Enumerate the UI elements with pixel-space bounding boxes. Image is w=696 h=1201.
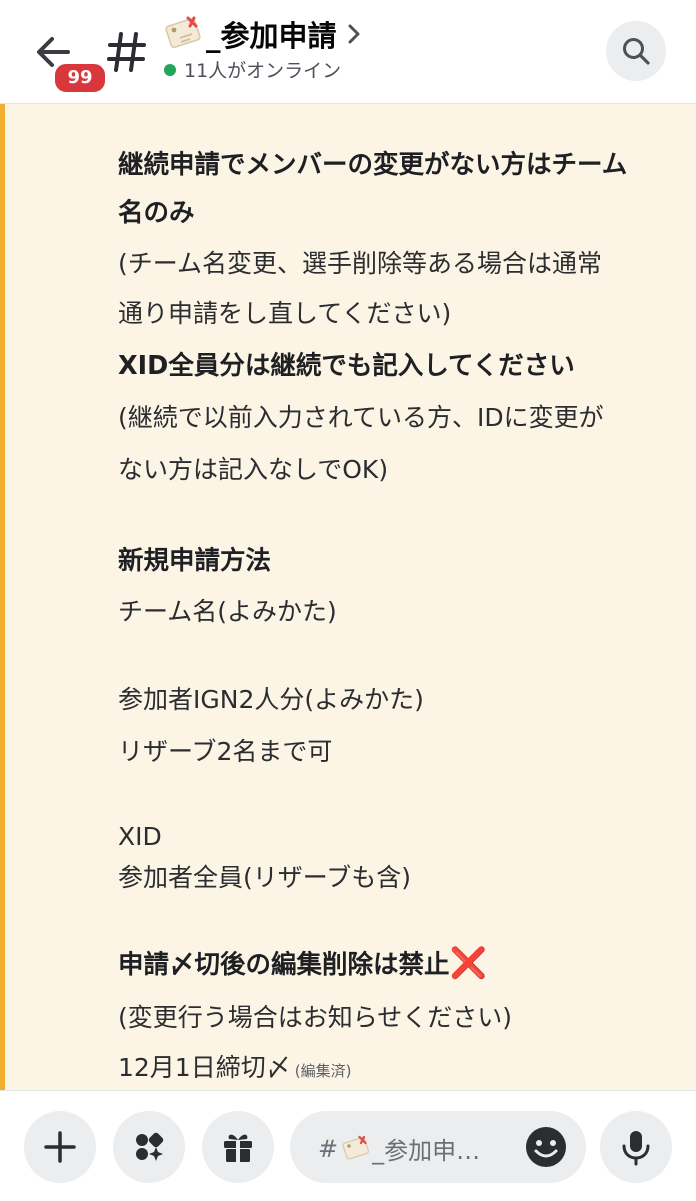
message-input[interactable]: # _参加申… (290, 1111, 586, 1183)
message-line: (チーム名変更、選手削除等ある場合は通常 (118, 249, 603, 278)
message-line: 参加者IGN2人分(よみかた) (118, 685, 424, 714)
channel-title[interactable]: _参加申請 (160, 12, 361, 56)
channel-header: 99 _参加申請 11人がオンライン (0, 0, 696, 104)
online-dot (164, 63, 176, 76)
edited-label: (編集済) (294, 1062, 352, 1080)
unread-badge: 99 (52, 61, 108, 95)
message-line: (継続で以前入力されている方、IDに変更が (118, 403, 604, 432)
emoji-button[interactable] (524, 1125, 568, 1169)
cross-mark-emoji: ❌ (449, 946, 487, 981)
plus-icon (44, 1131, 76, 1163)
message-text: 12月1日締切〆 (118, 1053, 291, 1082)
gift-button[interactable] (202, 1111, 274, 1183)
memo-tag-icon (165, 16, 201, 49)
channel-name: _参加申請 (206, 19, 337, 53)
message-line-last: 12月1日締切〆 (編集済) (118, 1048, 351, 1084)
message-line: 新規申請方法 (118, 546, 272, 576)
message-input-placeholder: # _参加申… (318, 1131, 480, 1166)
message-line: (変更行う場合はお知らせください) (118, 1003, 513, 1032)
search-button[interactable] (606, 21, 666, 81)
memo-tag-icon (342, 1135, 370, 1160)
message-line: XID全員分は継続でも記入してください (118, 351, 575, 381)
mic-icon (622, 1131, 650, 1166)
message-line: 参加者全員(リザーブも含) (118, 863, 412, 892)
emoji-icon (526, 1127, 566, 1167)
message-line: 通り申請をし直してください) (118, 299, 452, 328)
message-line: 継続申請でメンバーの変更がない方はチーム (118, 150, 628, 180)
apps-button[interactable] (113, 1111, 185, 1183)
chevron-right-icon (348, 24, 360, 44)
message-line: XID (118, 822, 162, 851)
online-status: 11人がオンライン (164, 56, 341, 83)
highlight-bar (0, 104, 5, 1090)
highlighted-message[interactable]: 継続申請でメンバーの変更がない方はチーム 名のみ (チーム名変更、選手削除等ある… (0, 104, 696, 1090)
message-line: ない方は記入なしでOK) (118, 455, 389, 484)
message-line: リザーブ2名まで可 (118, 737, 333, 766)
hash-icon (106, 30, 148, 74)
message-line: 名のみ (118, 198, 195, 228)
voice-message-button[interactable] (600, 1111, 672, 1183)
apps-icon (136, 1132, 164, 1161)
online-count-text: 11人がオンライン (184, 60, 342, 82)
gift-icon (224, 1134, 252, 1162)
search-icon (623, 38, 650, 65)
add-attachment-button[interactable] (24, 1111, 96, 1183)
message-text: 申請〆切後の編集削除は禁止 (118, 950, 450, 980)
placeholder-channel: _参加申… (372, 1137, 481, 1165)
message-line-with-emoji: 申請〆切後の編集削除は禁止❌ (118, 944, 487, 981)
placeholder-hash: # (318, 1134, 339, 1163)
message-line: チーム名(よみかた) (118, 597, 337, 626)
composer-bar: # _参加申… (0, 1090, 696, 1201)
